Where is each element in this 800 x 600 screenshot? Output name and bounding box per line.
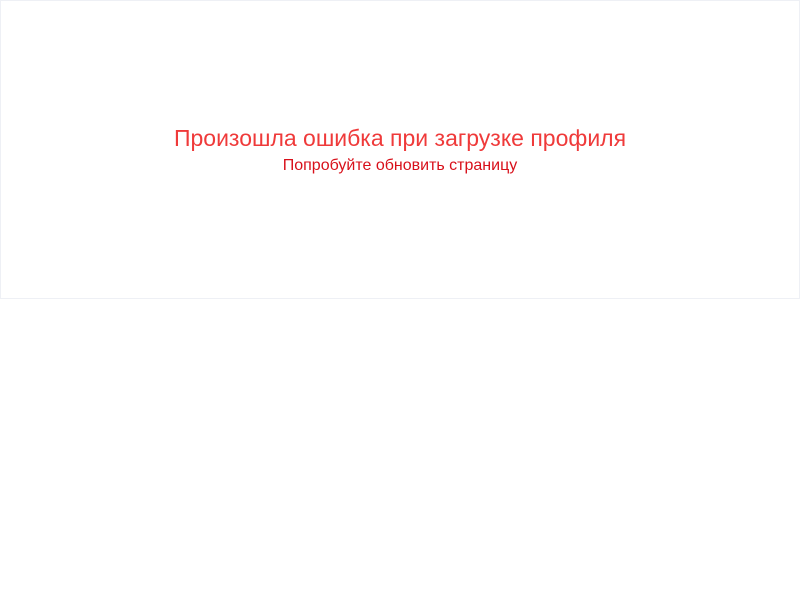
error-panel: Произошла ошибка при загрузке профиля По… [0, 0, 800, 299]
error-message-container: Произошла ошибка при загрузке профиля По… [1, 123, 799, 179]
error-hint: Попробуйте обновить страницу [282, 157, 518, 174]
error-title: Произошла ошибка при загрузке профиля [173, 125, 627, 151]
